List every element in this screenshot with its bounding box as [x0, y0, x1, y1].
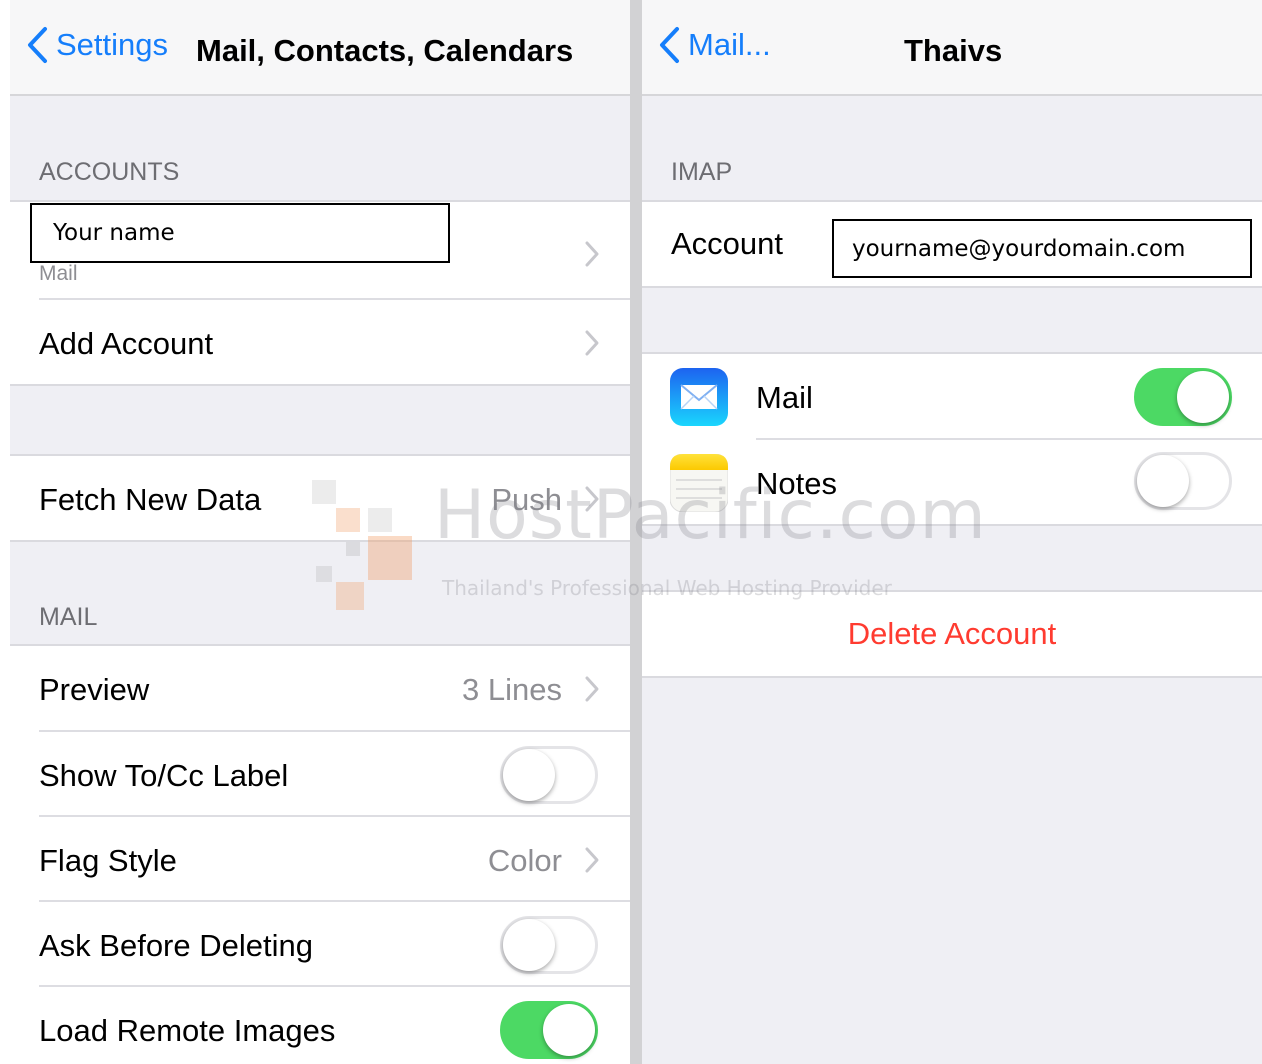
show-tocc-label: Show To/Cc Label: [39, 758, 289, 793]
add-account-label: Add Account: [39, 326, 214, 361]
fetch-new-data-row[interactable]: Fetch New Data Push: [10, 456, 630, 540]
account-type-sublabel: Mail: [39, 262, 78, 285]
flag-style-value: Color: [487, 843, 562, 878]
preview-value: 3 Lines: [462, 672, 562, 707]
account-name-text: Your name: [53, 220, 175, 246]
notes-sync-toggle[interactable]: [1134, 452, 1232, 510]
load-remote-images-row: Load Remote Images: [10, 987, 630, 1064]
page-title: Mail, Contacts, Calendars: [196, 33, 574, 68]
chevron-right-icon: [585, 847, 599, 873]
fetch-new-data-value: Push: [491, 482, 562, 517]
notes-app-icon: [670, 454, 728, 512]
back-label: Mail...: [688, 27, 771, 62]
toggle-knob: [1177, 371, 1229, 423]
toggle-knob: [1137, 455, 1189, 507]
imap-section-header: IMAP: [671, 158, 733, 186]
chevron-left-icon: [660, 27, 679, 63]
chevron-right-icon: [585, 330, 599, 356]
back-label: Settings: [56, 27, 169, 62]
flag-style-label: Flag Style: [39, 843, 177, 878]
panel-divider: [630, 0, 642, 1064]
toggle-knob: [543, 1004, 595, 1056]
add-account-row[interactable]: Add Account: [10, 300, 630, 384]
toggle-knob: [503, 919, 555, 971]
back-button-mail[interactable]: Mail...: [658, 26, 771, 64]
toggle-knob: [503, 749, 555, 801]
ask-before-deleting-label: Ask Before Deleting: [39, 928, 313, 963]
mail-section-header: MAIL: [39, 603, 98, 631]
mail-contacts-calendars-screen: Settings Mail, Contacts, Calendars ACCOU…: [10, 0, 630, 1064]
delete-account-group: Delete Account: [642, 590, 1262, 678]
load-remote-images-toggle[interactable]: [500, 1001, 598, 1059]
account-label: Account: [671, 226, 784, 261]
ask-before-deleting-row: Ask Before Deleting: [10, 902, 630, 987]
accounts-section-header: ACCOUNTS: [39, 158, 180, 186]
navigation-bar: Mail... Thaivs: [642, 0, 1262, 96]
notes-sync-label: Notes: [756, 466, 837, 501]
delete-account-button[interactable]: Delete Account: [642, 616, 1262, 652]
back-button-settings[interactable]: Settings: [26, 26, 168, 64]
preview-row[interactable]: Preview 3 Lines: [10, 646, 630, 732]
account-email-text: yourname@yourdomain.com: [852, 236, 1186, 262]
mail-sync-row: Mail: [642, 354, 1262, 440]
notes-sync-row: Notes: [642, 440, 1262, 524]
chevron-right-icon: [585, 241, 599, 267]
account-email-annotation: yourname@yourdomain.com: [832, 219, 1252, 278]
show-tocc-label-row: Show To/Cc Label: [10, 732, 630, 817]
mail-settings-group: Preview 3 Lines Show To/Cc Label Flag St…: [10, 644, 630, 1064]
account-detail-screen: Mail... Thaivs IMAP Account yourname@you…: [642, 0, 1262, 1064]
ask-before-deleting-toggle[interactable]: [500, 916, 598, 974]
preview-label: Preview: [39, 672, 150, 707]
flag-style-row[interactable]: Flag Style Color: [10, 817, 630, 902]
fetch-new-data-label: Fetch New Data: [39, 482, 262, 517]
page-title: Thaivs: [904, 33, 1003, 68]
account-name-annotation: Your name: [30, 203, 450, 263]
chevron-right-icon: [585, 486, 599, 512]
mail-sync-toggle[interactable]: [1134, 368, 1232, 426]
load-remote-images-label: Load Remote Images: [39, 1013, 336, 1048]
show-tocc-label-toggle[interactable]: [500, 746, 598, 804]
mail-app-icon: [670, 368, 728, 426]
navigation-bar: Settings Mail, Contacts, Calendars: [10, 0, 630, 96]
sync-toggles-group: Mail Notes: [642, 352, 1262, 526]
mail-sync-label: Mail: [756, 380, 813, 415]
fetch-group: Fetch New Data Push: [10, 454, 630, 542]
chevron-right-icon: [585, 676, 599, 702]
chevron-left-icon: [28, 27, 47, 63]
